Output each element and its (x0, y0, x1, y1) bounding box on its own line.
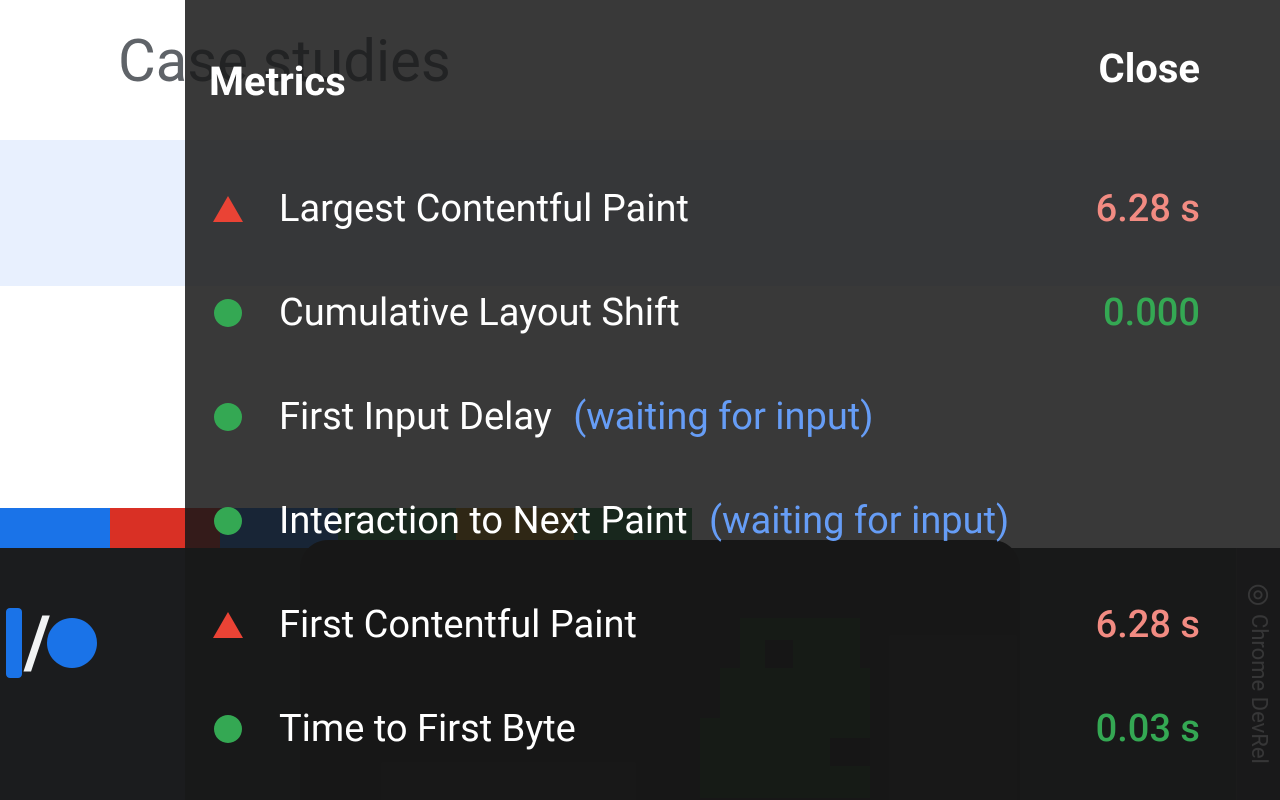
triangle-bad-icon (213, 194, 243, 224)
circle-good-icon (213, 402, 243, 432)
metric-label: Largest Contentful Paint (279, 187, 1096, 231)
metric-row[interactable]: First Input Delay (waiting for input) (209, 365, 1200, 469)
overlay-title: Metrics (209, 58, 346, 105)
metric-row[interactable]: Largest Contentful Paint6.28 s (209, 157, 1200, 261)
metric-note: (waiting for input) (564, 395, 874, 439)
metric-label: Cumulative Layout Shift (279, 291, 1103, 335)
circle-good-icon (213, 714, 243, 744)
metric-row[interactable]: First Contentful Paint6.28 s (209, 573, 1200, 677)
metric-value: 0.000 (1103, 291, 1200, 335)
metric-label: Interaction to Next Paint (waiting for i… (279, 499, 1200, 543)
circle-good-icon (213, 298, 243, 328)
metric-note: (waiting for input) (700, 499, 1010, 543)
io-logo: / (6, 600, 97, 685)
overlay-header: Metrics Close (209, 58, 1200, 105)
metrics-list: Largest Contentful Paint6.28 sCumulative… (209, 157, 1200, 781)
metric-row[interactable]: Interaction to Next Paint (waiting for i… (209, 469, 1200, 573)
metric-label: Time to First Byte (279, 707, 1096, 751)
circle-good-icon (213, 506, 243, 536)
metric-row[interactable]: Cumulative Layout Shift0.000 (209, 261, 1200, 365)
close-button[interactable]: Close (1099, 45, 1200, 92)
metric-label: First Contentful Paint (279, 603, 1096, 647)
metric-value: 6.28 s (1096, 603, 1200, 647)
triangle-bad-icon (213, 610, 243, 640)
metric-value: 6.28 s (1096, 187, 1200, 231)
metric-row[interactable]: Time to First Byte0.03 s (209, 677, 1200, 781)
metric-value: 0.03 s (1096, 707, 1200, 751)
metrics-overlay: Metrics Close Largest Contentful Paint6.… (185, 0, 1280, 800)
metric-label: First Input Delay (waiting for input) (279, 395, 1200, 439)
